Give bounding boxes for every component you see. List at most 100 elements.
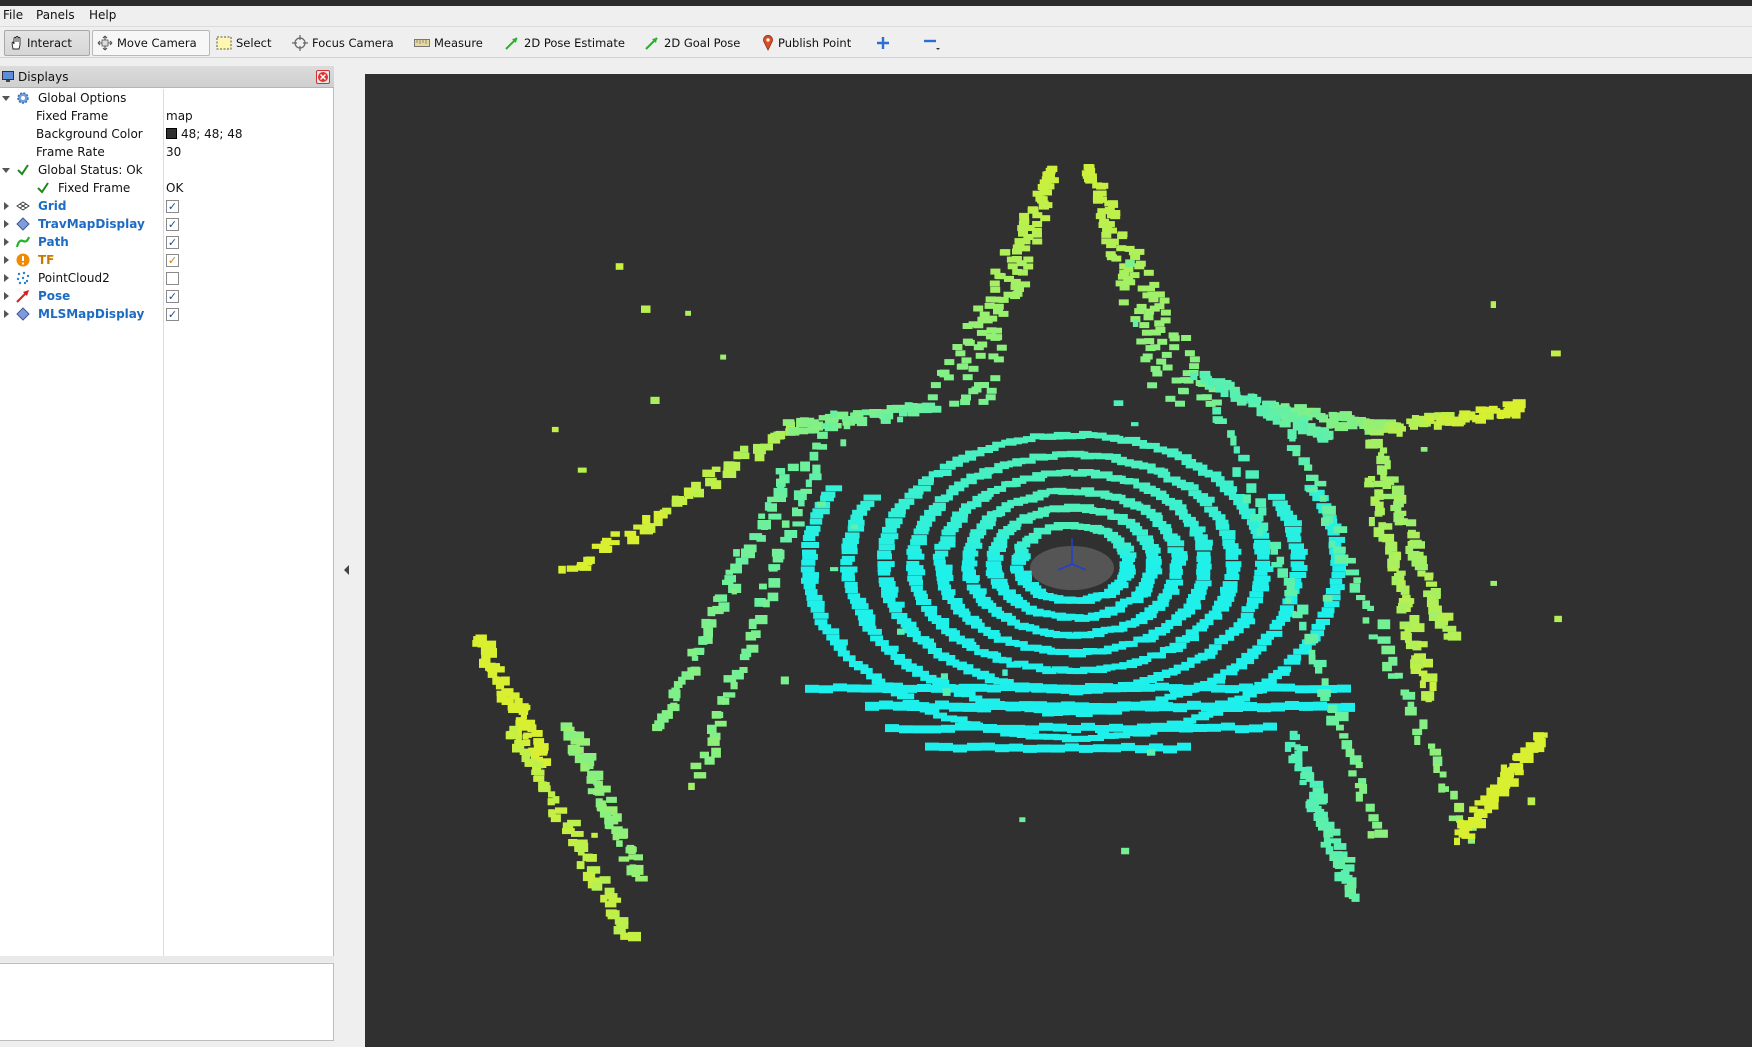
collapsed-arrow-icon[interactable] xyxy=(1,219,11,229)
point-cloud-voxel xyxy=(1309,780,1324,788)
point-cloud-voxel xyxy=(933,470,952,476)
point-cloud-voxel xyxy=(1037,744,1051,753)
point-cloud-voxel xyxy=(1118,299,1129,306)
point-cloud-voxel xyxy=(907,545,921,552)
point-cloud-voxel xyxy=(1101,231,1112,238)
point-cloud-voxel xyxy=(1186,598,1201,605)
point-cloud-voxel xyxy=(801,559,816,566)
point-cloud-voxel xyxy=(1169,572,1182,579)
point-cloud-voxel xyxy=(1271,562,1283,568)
point-cloud-voxel xyxy=(723,675,737,683)
point-cloud-voxel xyxy=(1212,407,1222,415)
point-cloud-voxel xyxy=(1554,615,1562,623)
point-cloud-voxel xyxy=(495,679,505,690)
point-cloud-voxel xyxy=(1221,533,1236,540)
collapsed-arrow-icon[interactable] xyxy=(1,201,11,211)
display-checkbox-path[interactable]: ✓ xyxy=(166,236,179,249)
point-cloud-voxel xyxy=(973,683,987,692)
collapsed-arrow-icon[interactable] xyxy=(1,291,11,301)
point-cloud-voxel xyxy=(593,788,602,795)
3d-render-viewport[interactable] xyxy=(365,74,1752,1047)
tree-row-background-color[interactable]: Background Color 48; 48; 48 xyxy=(0,125,334,143)
display-row-mlsmap[interactable]: MLSMapDisplay ✓ xyxy=(0,305,334,323)
point-cloud-voxel xyxy=(1125,259,1135,267)
point-cloud-voxel xyxy=(978,398,989,405)
point-cloud-voxel xyxy=(1248,396,1262,404)
expanded-arrow-icon[interactable] xyxy=(1,93,11,103)
point-cloud-voxel xyxy=(761,521,768,530)
point-cloud-voxel xyxy=(1218,381,1231,389)
tree-row-global-options[interactable]: Global Options xyxy=(0,89,334,107)
point-cloud-voxel xyxy=(855,609,873,616)
point-cloud-voxel xyxy=(1267,683,1281,692)
point-cloud-voxel xyxy=(1348,894,1358,900)
menu-help[interactable]: Help xyxy=(89,8,116,22)
point-cloud-voxel xyxy=(1253,575,1271,582)
tree-row-global-status[interactable]: Global Status: Ok xyxy=(0,161,334,179)
point-cloud-voxel xyxy=(1534,735,1542,742)
point-cloud-voxel xyxy=(798,500,805,507)
display-checkbox-mlsmap[interactable]: ✓ xyxy=(166,308,179,321)
tree-row-fixed-frame[interactable]: Fixed Frame map xyxy=(0,107,334,125)
collapsed-arrow-icon[interactable] xyxy=(1,237,11,247)
collapsed-arrow-icon[interactable] xyxy=(1,255,11,265)
menu-file[interactable]: File xyxy=(3,8,23,22)
display-row-travmap[interactable]: TravMapDisplay ✓ xyxy=(0,215,334,233)
point-cloud-voxel xyxy=(990,286,1001,293)
remove-tool-button[interactable] xyxy=(918,30,944,56)
display-row-grid[interactable]: Grid ✓ xyxy=(0,197,334,215)
point-cloud-voxel xyxy=(1252,585,1270,592)
2d-goal-pose-tool-button[interactable]: 2D Goal Pose xyxy=(640,30,744,56)
point-cloud-voxel xyxy=(1486,411,1494,420)
display-row-path[interactable]: Path ✓ xyxy=(0,233,334,251)
display-checkbox-pointcloud2[interactable] xyxy=(166,272,179,285)
panel-close-button[interactable] xyxy=(316,70,330,84)
display-checkbox-pose[interactable]: ✓ xyxy=(166,290,179,303)
point-cloud-voxel xyxy=(1298,457,1310,466)
2d-pose-estimate-tool-button[interactable]: 2D Pose Estimate xyxy=(500,30,629,56)
background-color-value[interactable]: 48; 48; 48 xyxy=(166,127,243,141)
focus-camera-tool-button[interactable]: Focus Camera xyxy=(288,30,398,56)
point-cloud-voxel xyxy=(840,566,858,573)
expanded-arrow-icon[interactable] xyxy=(1,165,11,175)
frame-rate-label: Frame Rate xyxy=(36,145,105,159)
display-row-pose[interactable]: Pose ✓ xyxy=(0,287,334,305)
point-cloud-voxel xyxy=(830,567,839,572)
measure-tool-button[interactable]: Measure xyxy=(410,30,487,56)
point-cloud-voxel xyxy=(1131,422,1139,427)
point-cloud-voxel xyxy=(1407,531,1420,539)
publish-point-tool-button[interactable]: Publish Point xyxy=(758,30,855,56)
point-cloud-voxel xyxy=(1320,695,1330,702)
display-checkbox-travmap[interactable]: ✓ xyxy=(166,218,179,231)
select-tool-button[interactable]: Select xyxy=(212,30,275,56)
add-tool-button[interactable] xyxy=(872,30,894,56)
panel-splitter[interactable] xyxy=(0,956,334,962)
display-checkbox-grid[interactable]: ✓ xyxy=(166,200,179,213)
fixed-frame-label: Fixed Frame xyxy=(36,109,109,123)
tree-row-frame-rate[interactable]: Frame Rate 30 xyxy=(0,143,334,161)
point-cloud-voxel xyxy=(1146,749,1156,756)
point-cloud-voxel xyxy=(940,536,956,543)
display-row-pointcloud2[interactable]: PointCloud2 xyxy=(0,269,334,287)
point-cloud-voxel xyxy=(875,684,889,693)
point-cloud-voxel xyxy=(948,635,965,642)
display-checkbox-tf[interactable]: ✓ xyxy=(166,254,179,267)
tree-row-status-fixed-frame[interactable]: Fixed Frame OK xyxy=(0,179,334,197)
point-cloud-voxel xyxy=(1171,377,1182,384)
point-cloud-voxel xyxy=(602,785,611,793)
collapse-left-arrow-icon[interactable] xyxy=(343,564,351,576)
point-cloud-voxel xyxy=(1287,536,1302,543)
point-cloud-voxel xyxy=(1143,269,1154,276)
point-cloud-voxel xyxy=(1263,722,1277,731)
display-row-tf[interactable]: TF ✓ xyxy=(0,251,334,269)
point-cloud-voxel xyxy=(1007,263,1018,270)
collapsed-arrow-icon[interactable] xyxy=(1,273,11,283)
move-camera-tool-button[interactable]: Move Camera xyxy=(92,30,210,56)
collapsed-arrow-icon[interactable] xyxy=(1,309,11,319)
fixed-frame-value[interactable]: map xyxy=(166,109,193,123)
point-cloud-voxel xyxy=(1551,350,1561,357)
menu-panels[interactable]: Panels xyxy=(36,8,75,22)
point-cloud-voxel xyxy=(866,673,882,680)
interact-tool-button[interactable]: Interact xyxy=(4,30,90,56)
frame-rate-value[interactable]: 30 xyxy=(166,145,181,159)
